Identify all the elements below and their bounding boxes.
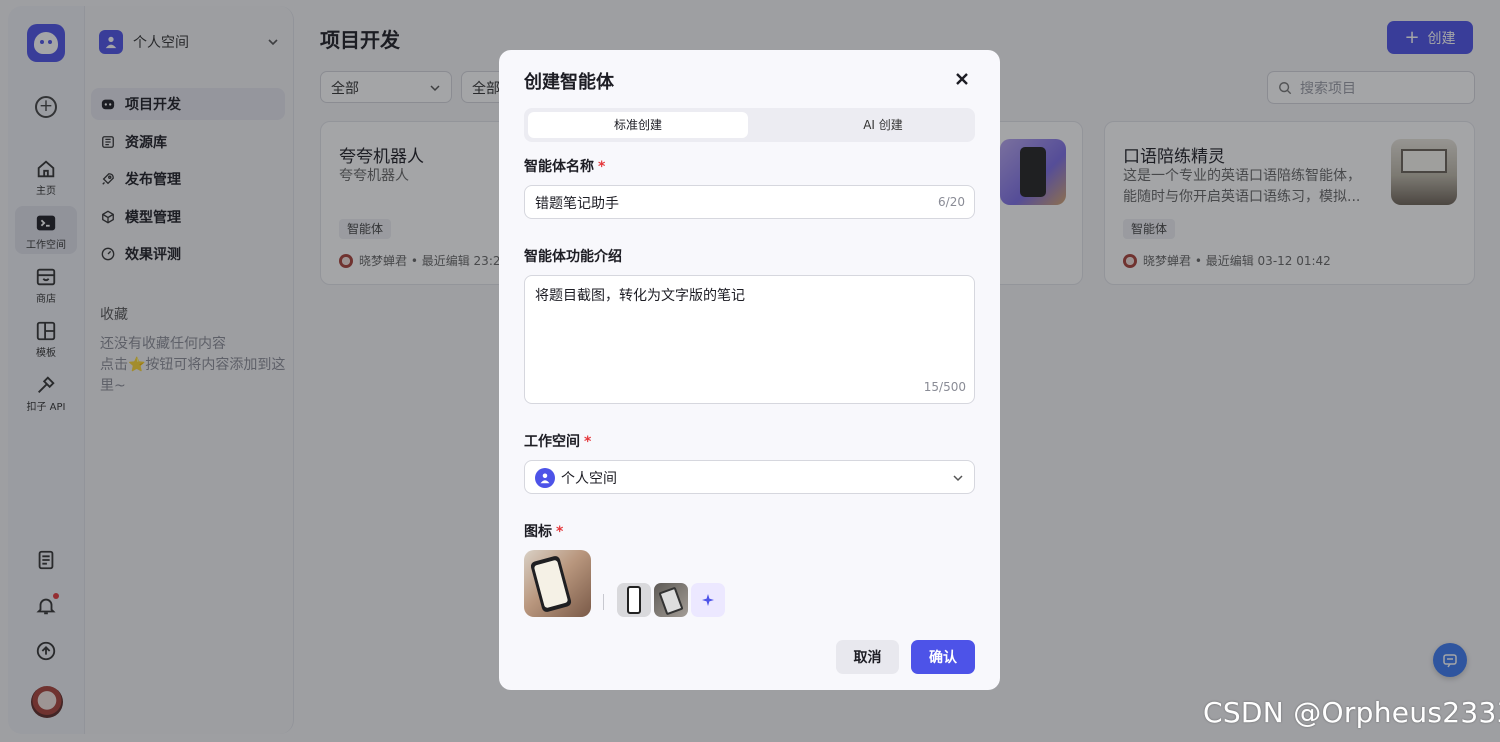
watermark-text: CSDN @Orpheus2333 (1203, 696, 1500, 729)
agent-description-value: 将题目截图，转化为文字版的笔记 (535, 288, 745, 304)
create-agent-dialog: 创建智能体 标准创建 AI 创建 智能体名称 * 错题笔记助手 6/20 智能体功… (499, 50, 1000, 690)
required-mark: * (598, 159, 606, 175)
workspace-field-label: 工作空间 * (524, 431, 591, 451)
divider (603, 594, 604, 610)
label-text: 智能体功能介绍 (524, 249, 622, 265)
icon-option-tablet[interactable] (654, 583, 688, 617)
name-char-count: 6/20 (938, 195, 965, 209)
agent-description-textarea[interactable]: 将题目截图，转化为文字版的笔记 15/500 (524, 275, 975, 404)
cancel-button[interactable]: 取消 (836, 640, 899, 674)
create-mode-tabs: 标准创建 AI 创建 (524, 108, 975, 142)
chevron-down-icon (953, 475, 963, 482)
required-mark: * (556, 524, 564, 540)
tab-ai-create[interactable]: AI 创建 (773, 112, 993, 138)
selected-agent-icon[interactable] (524, 550, 591, 617)
desc-field-label: 智能体功能介绍 (524, 246, 622, 266)
tablet-image (658, 586, 684, 616)
agent-name-value: 错题笔记助手 (535, 196, 619, 212)
close-icon[interactable] (954, 71, 970, 87)
required-mark: * (584, 434, 592, 450)
agent-name-field[interactable]: 错题笔记助手 6/20 (524, 185, 975, 219)
icon-option-phone[interactable] (617, 583, 651, 617)
ai-generate-icon-button[interactable] (691, 583, 725, 617)
icon-field-label: 图标 * (524, 521, 563, 541)
workspace-select-value: 个人空间 (561, 471, 617, 487)
name-field-label: 智能体名称 * (524, 156, 605, 176)
sparkle-icon (702, 594, 714, 606)
tab-standard-create[interactable]: 标准创建 (528, 112, 748, 138)
dialog-title: 创建智能体 (524, 72, 614, 93)
person-icon (535, 468, 555, 488)
label-text: 工作空间 (524, 434, 580, 450)
desc-char-count: 15/500 (923, 380, 966, 394)
confirm-button[interactable]: 确认 (911, 640, 975, 674)
phone-image (627, 586, 641, 614)
label-text: 图标 (524, 524, 552, 540)
label-text: 智能体名称 (524, 159, 594, 175)
phone-image (529, 555, 573, 613)
workspace-select[interactable]: 个人空间 (524, 460, 975, 494)
